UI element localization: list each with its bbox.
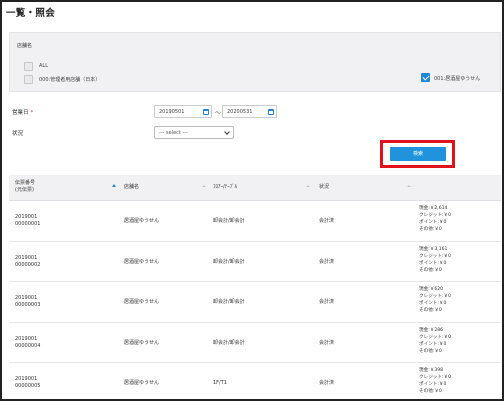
slip-sub-value: 00000003 <box>15 302 41 308</box>
slip-no-value: 2019001 <box>15 376 38 382</box>
pay-credit: クレジット:￥0 <box>419 334 452 340</box>
pay-points: ポイント:￥0 <box>419 260 447 266</box>
date-from-input[interactable]: 20190501 <box>154 105 212 118</box>
status-label: 状況 <box>12 131 24 137</box>
store-filter-label: 店舗名 <box>17 43 33 49</box>
calendar-icon[interactable] <box>203 109 209 115</box>
calendar-icon[interactable] <box>268 109 274 115</box>
cell-payment: 現金:￥620 クレジット:￥0 ポイント:￥0 その他:￥0 <box>419 286 451 314</box>
cell-status: 会計済 <box>319 380 335 386</box>
sort-asc-icon[interactable] <box>112 184 116 187</box>
cell-slip-no: 2019001 00000003 <box>15 295 40 309</box>
pay-other: その他:￥0 <box>419 389 442 394</box>
cell-slip-no: 2019001 00000004 <box>15 336 40 350</box>
header-slip-no-label: 伝票番号 <box>15 180 36 186</box>
checkbox-store-000-label: 000:管理者用店舗（日本） <box>39 77 101 83</box>
cell-payment: 現金:￥398 クレジット:￥0 ポイント:￥0 その他:￥0 <box>419 367 451 395</box>
slip-no-value: 2019001 <box>15 295 38 301</box>
cell-store: 居酒屋ゆうせん <box>124 380 160 386</box>
header-store[interactable]: 店舗名 <box>124 184 139 191</box>
pay-other: その他:￥0 <box>419 308 442 313</box>
cell-floor-table: 卸会計/卸会計 <box>213 299 245 305</box>
cell-store: 居酒屋ゆうせん <box>124 258 160 265</box>
cell-payment: 現金:￥3,161 クレジット:￥0 ポイント:￥0 その他:￥0 <box>419 246 451 274</box>
checkbox-all[interactable] <box>24 62 33 71</box>
cell-slip-no: 2019001 00000001 <box>15 214 40 228</box>
checkbox-all-label: ALL <box>39 63 48 69</box>
page-title: 一覧・照会 <box>6 8 56 19</box>
pay-other: その他:￥0 <box>419 267 442 273</box>
pay-points: ポイント:￥0 <box>419 382 447 387</box>
date-from-value: 20190501 <box>159 109 185 115</box>
date-to-input[interactable]: 20200531 <box>222 105 277 118</box>
pay-cash: 現金:￥398 <box>419 368 444 373</box>
pay-credit: クレジット:￥0 <box>419 294 452 299</box>
pay-other: その他:￥0 <box>419 227 442 232</box>
cell-floor-table: 卸会計/卸会計 <box>213 339 245 346</box>
cell-payment: 現金:￥286 クレジット:￥0 ポイント:￥0 その他:￥0 <box>419 327 451 355</box>
results-table: 伝票番号 (元伝票) 店舗名 ﾌﾛｱｰ/ﾃｰﾌﾞﾙ 状況 2019001 000… <box>9 175 501 399</box>
pay-credit: クレジット:￥0 <box>419 375 452 380</box>
checkbox-store-001-label: 001:居酒屋ゆうせん <box>434 76 481 82</box>
slip-sub-value: 00000004 <box>15 342 41 349</box>
cell-status: 会計済 <box>319 339 335 346</box>
sort-icon[interactable] <box>306 185 310 187</box>
cell-status: 会計済 <box>319 218 335 224</box>
slip-sub-value: 00000001 <box>15 221 41 227</box>
header-slip-no-sub: (元伝票) <box>15 187 34 193</box>
slip-no-value: 2019001 <box>15 254 38 261</box>
table-row[interactable]: 2019001 00000001 居酒屋ゆうせん 卸会計/卸会計 会計済 現金:… <box>9 201 501 242</box>
pay-other: その他:￥0 <box>419 348 442 354</box>
pay-points: ポイント:￥0 <box>419 220 447 225</box>
cell-status: 会計済 <box>319 299 335 305</box>
cell-status: 会計済 <box>319 258 335 265</box>
table-row[interactable]: 2019001 00000002 居酒屋ゆうせん 卸会計/卸会計 会計済 現金:… <box>9 241 501 282</box>
table-header: 伝票番号 (元伝票) 店舗名 ﾌﾛｱｰ/ﾃｰﾌﾞﾙ 状況 <box>9 175 501 201</box>
cell-slip-no: 2019001 00000005 <box>15 376 40 390</box>
cell-slip-no: 2019001 00000002 <box>15 255 40 269</box>
cell-floor-table: 1F/T1 <box>213 380 227 386</box>
slip-sub-value: 00000005 <box>15 383 41 389</box>
slip-no-value: 2019001 <box>15 214 38 220</box>
date-to-value: 20200531 <box>227 109 253 115</box>
pay-points: ポイント:￥0 <box>419 341 447 347</box>
chevron-down-icon <box>224 129 230 135</box>
search-button[interactable]: 検索 <box>390 147 446 161</box>
screen-frame: 一覧・照会 店舗名 ALL 000:管理者用店舗（日本） 001:居酒屋ゆうせん… <box>0 0 504 401</box>
sort-icon[interactable] <box>407 185 411 187</box>
pay-cash: 現金:￥2,614 <box>419 206 448 211</box>
header-status[interactable]: 状況 <box>319 184 329 191</box>
table-row[interactable]: 2019001 00000004 居酒屋ゆうせん 卸会計/卸会計 会計済 現金:… <box>9 322 501 363</box>
checkbox-store-001[interactable] <box>421 73 430 82</box>
header-slip-no[interactable]: 伝票番号 (元伝票) <box>15 180 35 194</box>
pay-cash: 現金:￥3,161 <box>419 246 448 252</box>
business-date-label-text: 営業日 <box>12 110 29 116</box>
pay-credit: クレジット:￥0 <box>419 253 452 259</box>
business-date-label: 営業日 * <box>12 108 33 116</box>
cell-floor-table: 卸会計/卸会計 <box>213 218 245 224</box>
pay-cash: 現金:￥620 <box>419 287 444 292</box>
slip-sub-value: 00000002 <box>15 261 41 268</box>
cell-floor-table: 卸会計/卸会計 <box>213 258 245 265</box>
table-row[interactable]: 2019001 00000003 居酒屋ゆうせん 卸会計/卸会計 会計済 現金:… <box>9 282 501 323</box>
table-row[interactable]: 2019001 00000005 居酒屋ゆうせん 1F/T1 会計済 現金:￥3… <box>9 363 501 399</box>
required-mark: * <box>30 110 34 116</box>
date-range-separator: ～ <box>215 110 222 117</box>
pay-points: ポイント:￥0 <box>419 301 447 306</box>
store-filter-panel: 店舗名 ALL 000:管理者用店舗（日本） 001:居酒屋ゆうせん <box>9 32 501 92</box>
pay-credit: クレジット:￥0 <box>419 213 452 218</box>
status-select-value: --- select --- <box>159 130 188 136</box>
pay-cash: 現金:￥286 <box>419 327 444 333</box>
cell-store: 居酒屋ゆうせん <box>124 299 160 305</box>
sort-icon[interactable] <box>202 185 206 187</box>
cell-store: 居酒屋ゆうせん <box>124 339 160 346</box>
status-select[interactable]: --- select --- <box>154 126 234 139</box>
slip-no-value: 2019001 <box>15 335 38 342</box>
checkbox-store-000[interactable] <box>24 75 33 84</box>
cell-payment: 現金:￥2,614 クレジット:￥0 ポイント:￥0 その他:￥0 <box>419 205 451 233</box>
header-floor-table[interactable]: ﾌﾛｱｰ/ﾃｰﾌﾞﾙ <box>213 184 237 191</box>
cell-store: 居酒屋ゆうせん <box>124 218 160 224</box>
